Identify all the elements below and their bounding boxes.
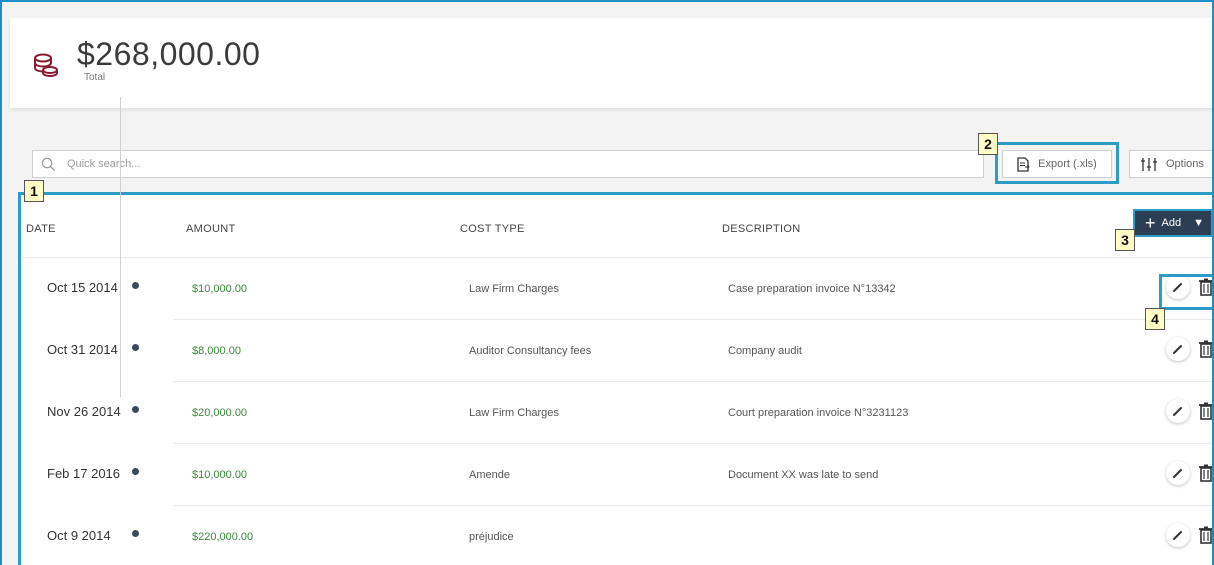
pencil-icon (1173, 531, 1182, 540)
callout-2: 2 (978, 133, 998, 155)
edit-button[interactable] (1166, 461, 1190, 485)
add-cost-button[interactable]: + Add ▼ (1133, 209, 1212, 237)
row-amount: $10,000.00 (192, 469, 248, 481)
row-date: Oct 31 2014 (47, 342, 118, 357)
export-xls-button[interactable]: Export (.xls) (1002, 150, 1112, 178)
timeline-dot (132, 406, 139, 413)
options-label: Options (1166, 158, 1204, 170)
timeline-dot (132, 468, 139, 475)
trash-icon[interactable] (1198, 401, 1214, 421)
row-date: Feb 17 2016 (47, 466, 121, 481)
search-input[interactable] (67, 151, 967, 177)
row-amount: $8,000.00 (192, 345, 241, 357)
callout-3: 3 (1115, 229, 1135, 251)
row-description: Court preparation invoice N°3231123 (728, 407, 909, 419)
export-file-icon (1017, 156, 1030, 172)
export-label: Export (.xls) (1038, 158, 1097, 170)
add-label: Add (1161, 217, 1182, 229)
timeline-dot (132, 344, 139, 351)
column-header-cost-type[interactable]: COST TYPE (460, 223, 525, 235)
trash-icon[interactable] (1198, 339, 1214, 359)
caret-down-icon[interactable]: ▼ (1193, 217, 1204, 229)
table-row[interactable]: Oct 31 2014 $8,000.00 Auditor Consultancy … (18, 320, 1214, 382)
callout-4: 4 (1145, 308, 1165, 330)
row-cost-type: Amende (469, 469, 510, 481)
row-description: Company audit (728, 345, 802, 357)
column-header-description[interactable]: DESCRIPTION (722, 223, 800, 235)
row-amount: $220,000.00 (192, 531, 254, 543)
table-row[interactable]: Oct 9 2014 $220,000.00 préjudice (18, 506, 1214, 565)
timeline-dot (132, 530, 139, 537)
row-amount: $10,000.00 (192, 283, 248, 295)
row-cost-type: préjudice (469, 531, 514, 543)
sliders-icon (1141, 157, 1157, 171)
row-description: Document XX was late to send (728, 469, 879, 481)
trash-icon[interactable] (1198, 525, 1214, 545)
edit-button[interactable] (1166, 337, 1190, 361)
table-row[interactable]: Nov 26 2014 $20,000.00 Law Firm Charges Cou… (18, 382, 1214, 444)
total-summary-card: $268,000.00 Total (10, 18, 1212, 108)
row-amount: $20,000.00 (192, 407, 248, 419)
edit-button[interactable] (1166, 523, 1190, 547)
trash-icon[interactable] (1198, 463, 1214, 483)
row-cost-type: Law Firm Charges (469, 283, 559, 295)
pencil-icon (1173, 469, 1182, 478)
row-cost-type: Auditor Consultancy fees (469, 345, 592, 357)
row-date: Nov 26 2014 (47, 404, 121, 419)
row-date: Oct 15 2014 (47, 280, 118, 295)
row-actions-highlight (1159, 274, 1212, 310)
edit-button[interactable] (1166, 399, 1190, 423)
total-label: Total (84, 72, 106, 83)
quick-search-box[interactable] (32, 150, 984, 178)
plus-icon: + (1145, 213, 1156, 233)
table-row[interactable]: Oct 15 2014 $10,000.00 Law Firm Charges Cas… (18, 258, 1212, 320)
row-description: Case preparation invoice N°13342 (728, 283, 896, 295)
callout-1: 1 (24, 180, 44, 202)
row-cost-type: Law Firm Charges (469, 407, 559, 419)
timeline-dot (132, 282, 139, 289)
row-date: Oct 9 2014 (47, 528, 111, 543)
pencil-icon (1173, 407, 1182, 416)
pencil-icon (1173, 345, 1182, 354)
app-frame: $268,000.00 Total Export (.xls) Options … (0, 0, 1214, 565)
column-header-amount[interactable]: AMOUNT (186, 223, 235, 235)
table-row[interactable]: Feb 17 2016 $10,000.00 Amende Document XX w… (18, 444, 1214, 506)
column-header-date[interactable]: DATE (26, 223, 56, 235)
search-icon (41, 157, 56, 172)
total-amount: $268,000.00 (77, 36, 261, 72)
coins-icon (34, 53, 58, 78)
options-button[interactable]: Options (1129, 150, 1212, 178)
